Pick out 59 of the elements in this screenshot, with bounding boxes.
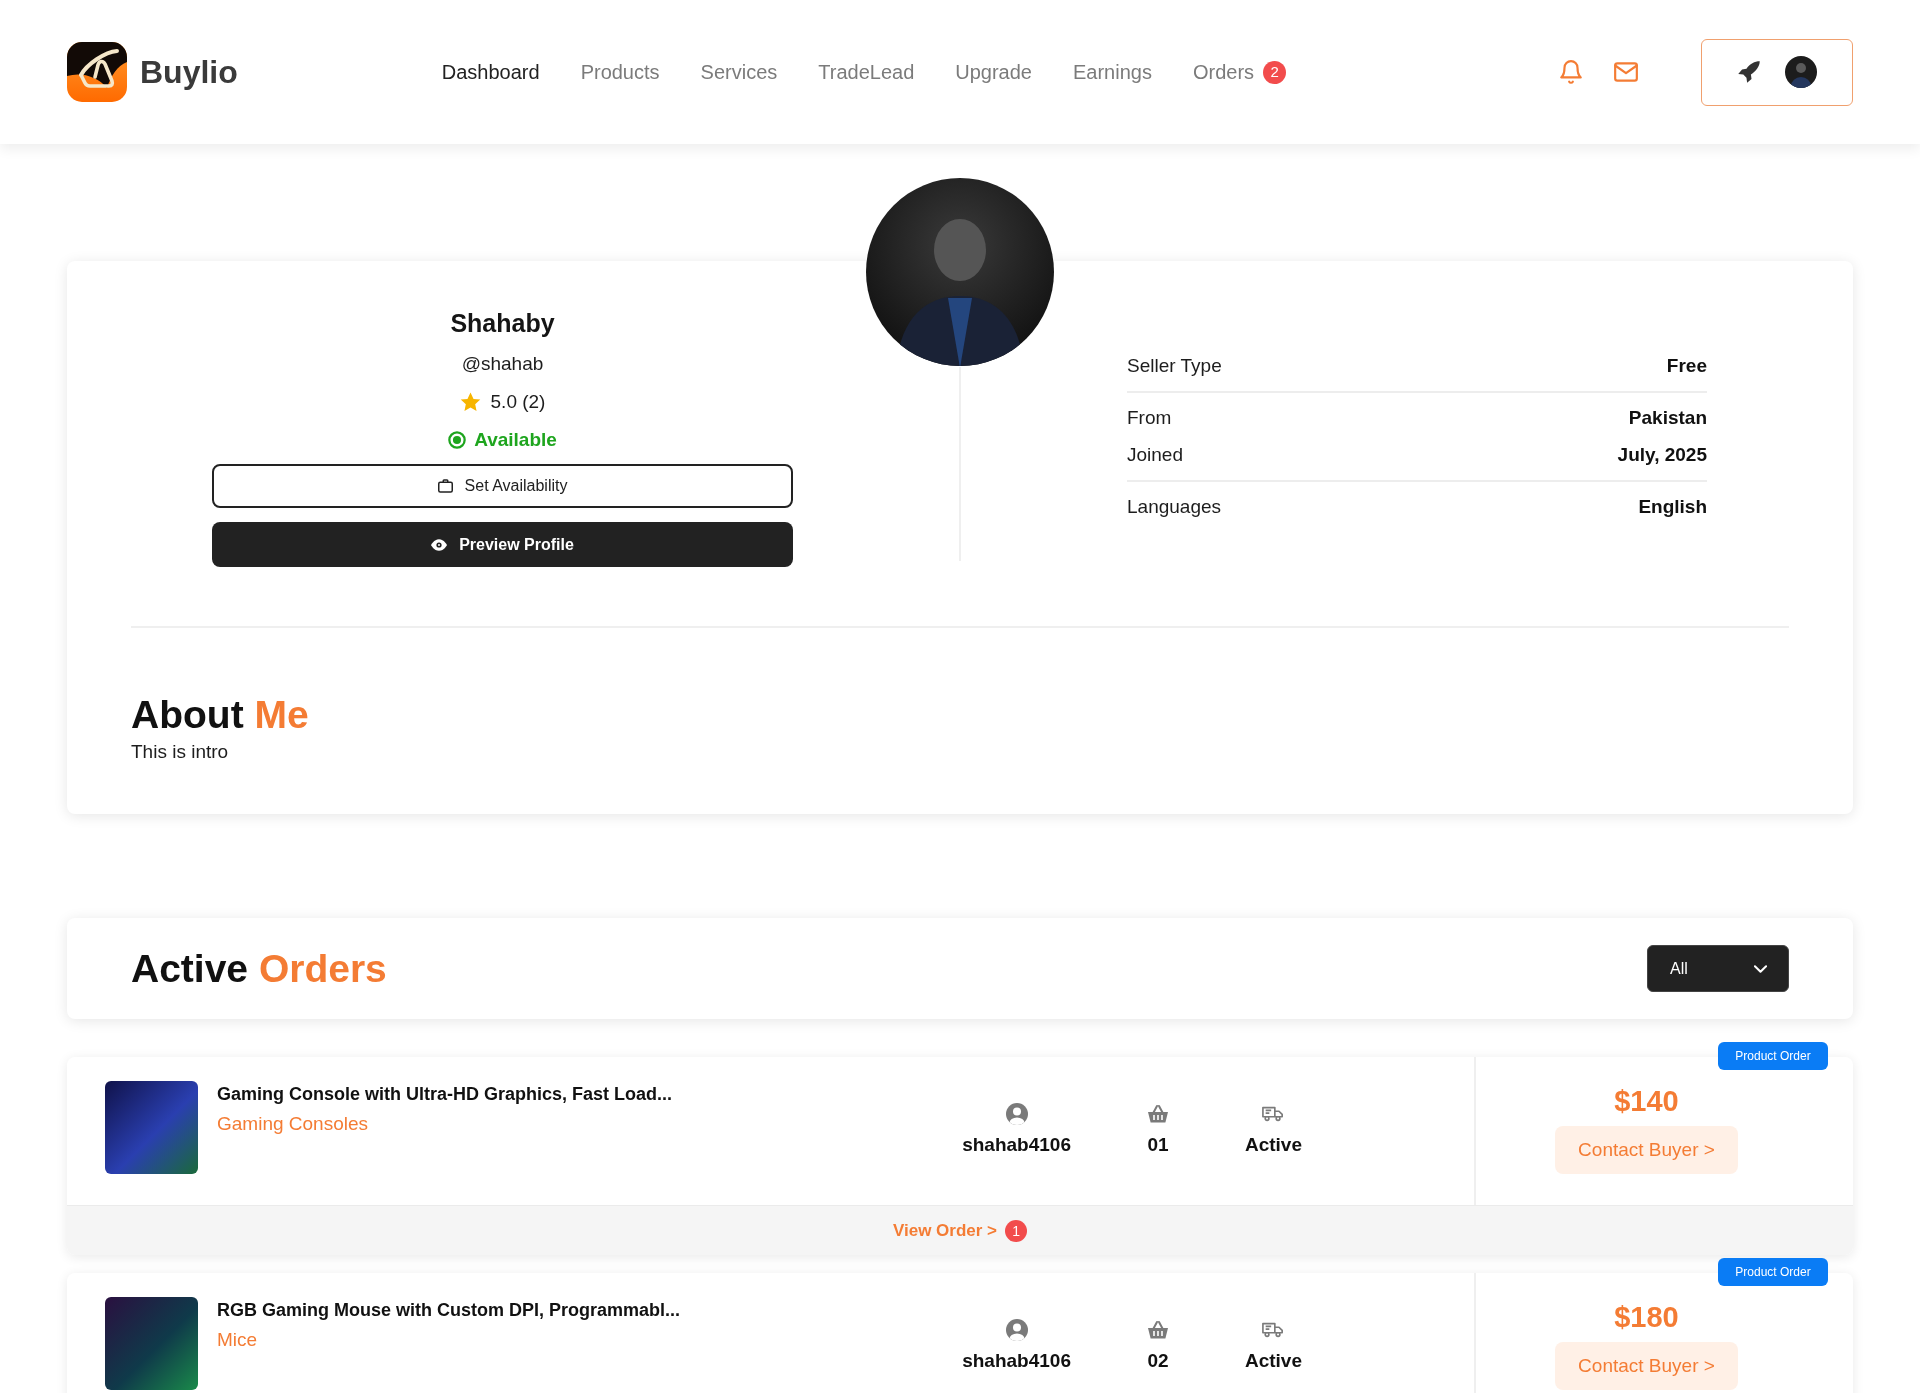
nav-link[interactable]: Dashboard <box>441 59 540 85</box>
nav-link[interactable]: Services <box>700 59 778 85</box>
avatar-icon <box>1785 56 1817 88</box>
contact-buyer-button[interactable]: Contact Buyer > <box>1555 1126 1738 1174</box>
star-icon <box>459 392 481 412</box>
detail-value: Pakistan <box>1628 406 1707 430</box>
detail-label: From <box>1127 406 1172 430</box>
filter-dropdown[interactable]: All <box>1647 945 1789 992</box>
username: @shahab <box>461 352 544 376</box>
nav-link[interactable]: Products <box>580 59 660 85</box>
chevron-down-icon <box>1754 964 1767 973</box>
nav-link[interactable]: Orders 2 <box>1192 59 1287 85</box>
view-order-link[interactable]: View Order > <box>892 1220 998 1241</box>
count-badge: 2 <box>1263 60 1287 84</box>
rating-text: 5.0 (2) <box>490 390 546 414</box>
detail-label: Seller Type <box>1127 354 1222 378</box>
logo-icon[interactable] <box>67 42 127 102</box>
basket-icon <box>1146 1319 1169 1341</box>
user-icon <box>1005 1103 1028 1125</box>
briefcase-icon <box>437 479 453 493</box>
section-title: About Me <box>131 692 310 738</box>
set-availability-button[interactable]: Set Availability <box>212 464 793 508</box>
count-badge: 1 <box>1005 1219 1028 1242</box>
profile-name: Shahaby <box>450 308 555 338</box>
nav-link[interactable]: Upgrade <box>955 59 1032 85</box>
order-price: $180 <box>1614 1300 1679 1334</box>
detail-label: Joined <box>1127 443 1183 467</box>
order-stat-value: shahab4106 <box>962 1349 1071 1373</box>
eye-icon <box>431 538 448 551</box>
nav-link[interactable]: Earnings <box>1073 59 1152 85</box>
product-title[interactable]: RGB Gaming Mouse with Custom DPI, Programmabl... <box>217 1298 681 1322</box>
mail-icon[interactable] <box>1613 59 1639 85</box>
preview-profile-button[interactable]: Preview Profile <box>212 522 793 567</box>
brand-name[interactable]: Buylio <box>140 53 238 91</box>
about-text: This is intro <box>131 741 230 763</box>
section-title: Active Orders <box>131 945 387 992</box>
product-title[interactable]: Gaming Console with Ultra-HD Graphics, Fast Load... <box>217 1082 673 1106</box>
basket-icon <box>1146 1103 1169 1125</box>
detail-label: Languages <box>1127 495 1222 519</box>
order-stat-value: 02 <box>1147 1349 1169 1373</box>
availability-status: Available <box>474 428 557 452</box>
detail-value: Free <box>1666 354 1707 378</box>
order-stat-value: 01 <box>1147 1133 1169 1157</box>
detail-value: English <box>1638 495 1707 519</box>
order-stat-value: shahab4106 <box>962 1133 1071 1157</box>
rocket-icon <box>1737 60 1761 84</box>
order-stat-value: Active <box>1244 1349 1302 1373</box>
product-category: Mice <box>217 1328 259 1352</box>
product-category: Gaming Consoles <box>217 1112 370 1136</box>
user-icon <box>1005 1319 1028 1341</box>
order-type-badge: Product Order <box>1718 1042 1828 1070</box>
detail-value: July, 2025 <box>1617 443 1707 467</box>
order-price: $140 <box>1614 1084 1679 1118</box>
nav-link[interactable]: TradeLead <box>818 59 915 85</box>
contact-buyer-button[interactable]: Contact Buyer > <box>1555 1342 1738 1390</box>
account-menu-button[interactable] <box>1701 38 1853 106</box>
order-type-badge: Product Order <box>1718 1258 1828 1286</box>
order-stat-value: Active <box>1244 1133 1302 1157</box>
notification-bell-icon[interactable] <box>1558 59 1584 85</box>
